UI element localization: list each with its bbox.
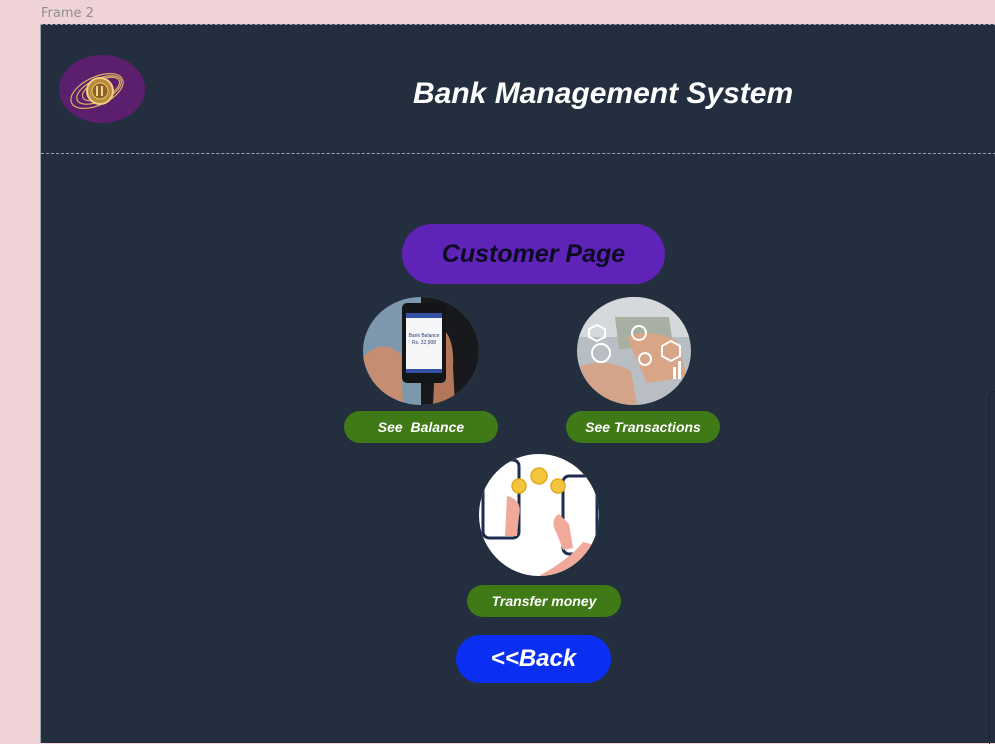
transfer-money-button[interactable]: Transfer money: [467, 585, 621, 617]
frame-label: Frame 2: [41, 6, 94, 21]
see-transactions-button[interactable]: See Transactions: [566, 411, 720, 443]
back-button[interactable]: <<Back: [456, 635, 611, 683]
right-panel-edge: [989, 391, 995, 744]
header-divider: [41, 153, 995, 154]
frame: Bank Management System Customer Page Ban…: [40, 24, 995, 744]
transactions-icon[interactable]: [577, 297, 691, 405]
bank-logo-icon: [59, 55, 145, 123]
phone-screen-amount: Rs. 32,908: [412, 340, 436, 346]
app-title: Bank Management System: [413, 77, 794, 110]
phone-balance-icon[interactable]: Bank Balance Rs. 32,908: [363, 297, 479, 405]
transfer-money-icon[interactable]: [479, 454, 599, 576]
see-balance-button[interactable]: See Balance: [344, 411, 498, 443]
page-title: Customer Page: [402, 224, 665, 284]
phone-screen-title: Bank Balance: [409, 333, 440, 339]
